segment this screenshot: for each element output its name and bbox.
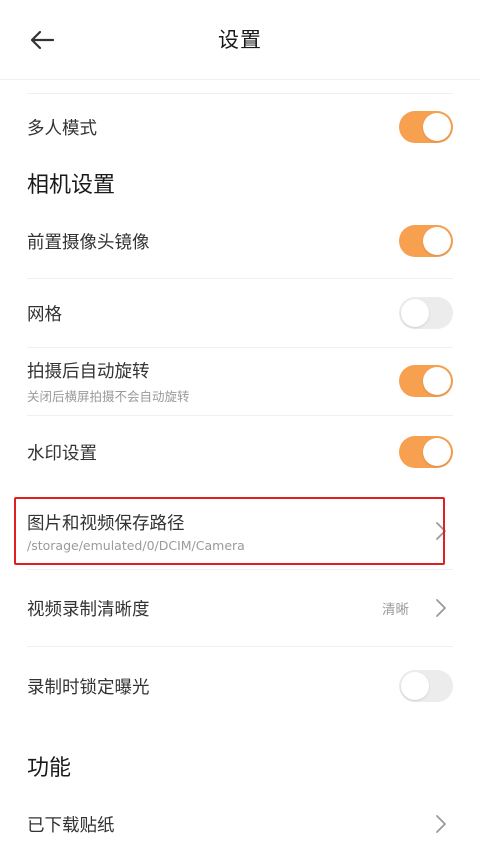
setting-auto-rotate: 拍摄后自动旋转 关闭后横屏拍摄不会自动旋转: [27, 348, 453, 414]
toggle-knob: [423, 438, 451, 466]
settings-screen: 设置 多人模式 相机设置 前置摄像头镜像 网格 拍摄后自动旋转 关闭后横屏拍摄不…: [0, 0, 480, 853]
grid-toggle[interactable]: [399, 297, 453, 329]
chevron-right-icon: [436, 815, 446, 833]
setting-description: 关闭后横屏拍摄不会自动旋转: [27, 388, 190, 404]
save-path-value: /storage/emulated/0/DCIM/Camera: [27, 537, 245, 553]
video-quality-value: 清晰: [382, 602, 409, 618]
chevron-right-icon: [436, 599, 446, 617]
setting-label: 视频录制清晰度: [27, 599, 150, 620]
section-title-features: 功能: [27, 756, 72, 781]
setting-save-path[interactable]: 图片和视频保存路径 /storage/emulated/0/DCIM/Camer…: [27, 499, 453, 563]
multi-mode-toggle[interactable]: [399, 111, 453, 143]
setting-label: 已下载贴纸: [27, 815, 115, 836]
app-header: 设置: [0, 0, 480, 80]
toggle-knob: [423, 227, 451, 255]
chevron-right-icon: [436, 522, 446, 540]
setting-video-quality[interactable]: 视频录制清晰度 清晰: [27, 570, 453, 646]
setting-grid: 网格: [27, 279, 453, 347]
setting-label: 水印设置: [27, 443, 97, 464]
toggle-knob: [423, 113, 451, 141]
setting-label: 录制时锁定曝光: [27, 677, 150, 698]
watermark-toggle[interactable]: [399, 436, 453, 468]
setting-watermark: 水印设置: [27, 416, 453, 488]
setting-label: 图片和视频保存路径: [27, 513, 185, 534]
setting-multi-mode: 多人模式: [27, 94, 453, 160]
section-title-camera: 相机设置: [27, 173, 116, 198]
setting-label: 网格: [27, 304, 62, 325]
setting-lock-exposure: 录制时锁定曝光: [27, 647, 453, 725]
setting-front-mirror: 前置摄像头镜像: [27, 206, 453, 276]
setting-label: 前置摄像头镜像: [27, 232, 150, 253]
front-mirror-toggle[interactable]: [399, 225, 453, 257]
setting-text: 图片和视频保存路径 /storage/emulated/0/DCIM/Camer…: [27, 510, 245, 553]
auto-rotate-toggle[interactable]: [399, 365, 453, 397]
toggle-knob: [401, 672, 429, 700]
toggle-knob: [401, 299, 429, 327]
setting-label: 拍摄后自动旋转: [27, 361, 150, 382]
page-title: 设置: [218, 28, 262, 52]
setting-stickers[interactable]: 已下载贴纸: [27, 796, 453, 852]
setting-text: 拍摄后自动旋转 关闭后横屏拍摄不会自动旋转: [27, 358, 190, 405]
lock-exposure-toggle[interactable]: [399, 670, 453, 702]
toggle-knob: [423, 367, 451, 395]
setting-label: 多人模式: [27, 118, 97, 139]
